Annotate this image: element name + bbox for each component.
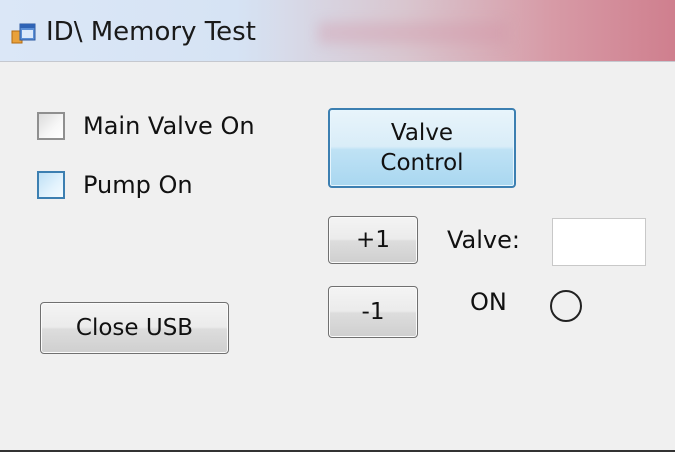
main-valve-checkbox-box[interactable] [37, 112, 65, 140]
title-bar-blur [318, 22, 508, 44]
close-usb-button-label: Close USB [75, 315, 194, 341]
memory-test-window: ID\ Memory Test Main Valve On Pump On Va… [0, 0, 675, 455]
pump-checkbox[interactable]: Pump On [37, 170, 193, 200]
increment-button[interactable]: +1 [328, 216, 418, 264]
decrement-button[interactable]: -1 [328, 286, 418, 338]
title-bar[interactable]: ID\ Memory Test [0, 0, 675, 62]
valve-value-field[interactable] [552, 218, 646, 266]
window-bottom-border [0, 450, 675, 452]
decrement-button-label: -1 [361, 299, 385, 325]
pump-checkbox-label: Pump On [83, 171, 193, 199]
main-valve-checkbox[interactable]: Main Valve On [37, 111, 255, 141]
valve-control-button[interactable]: Valve Control [328, 108, 516, 188]
window-title: ID\ Memory Test [46, 17, 256, 47]
increment-button-label: +1 [356, 227, 390, 253]
app-window-icon [11, 23, 36, 44]
main-valve-checkbox-label: Main Valve On [83, 112, 255, 140]
valve-control-label-line2: Control [380, 150, 464, 176]
close-usb-button[interactable]: Close USB [40, 302, 229, 354]
pump-checkbox-box[interactable] [37, 171, 65, 199]
on-status-label: ON [470, 288, 507, 316]
status-indicator-icon [550, 290, 582, 322]
valve-control-label-line1: Valve [390, 120, 454, 146]
valve-label: Valve: [447, 226, 520, 254]
